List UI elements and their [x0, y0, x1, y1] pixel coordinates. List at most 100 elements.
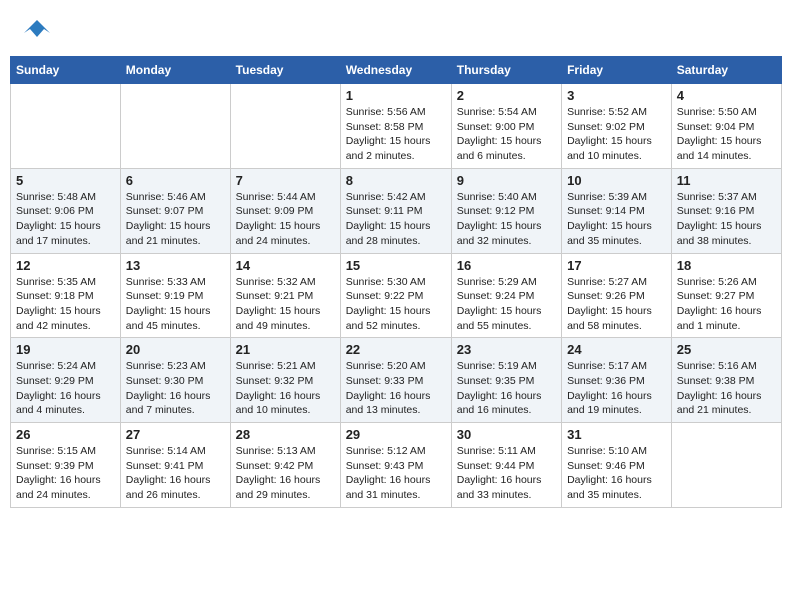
logo-bird-icon [22, 15, 52, 45]
day-number: 8 [346, 173, 446, 188]
day-number: 10 [567, 173, 666, 188]
calendar-cell: 11 Sunrise: 5:37 AM Sunset: 9:16 PM Dayli… [671, 168, 781, 253]
day-number: 16 [457, 258, 556, 273]
calendar-cell: 20 Sunrise: 5:23 AM Sunset: 9:30 PM Dayli… [120, 338, 230, 423]
day-number: 17 [567, 258, 666, 273]
day-content: Sunrise: 5:24 AM Sunset: 9:29 PM Dayligh… [16, 359, 115, 418]
day-number: 13 [126, 258, 225, 273]
logo-text [20, 15, 52, 45]
weekday-header-tuesday: Tuesday [230, 57, 340, 84]
calendar-cell: 6Sunrise: 5:46 AM Sunset: 9:07 PM Daylig… [120, 168, 230, 253]
calendar-cell: 25 Sunrise: 5:16 AM Sunset: 9:38 PM Dayli… [671, 338, 781, 423]
day-number: 26 [16, 427, 115, 442]
calendar-cell: 23 Sunrise: 5:19 AM Sunset: 9:35 PM Dayli… [451, 338, 561, 423]
calendar-cell: 28Sunrise: 5:13 AM Sunset: 9:42 PM Dayli… [230, 423, 340, 508]
calendar-cell: 29 Sunrise: 5:12 AM Sunset: 9:43 PM Dayli… [340, 423, 451, 508]
calendar-cell: 30Sunrise: 5:11 AM Sunset: 9:44 PM Dayli… [451, 423, 561, 508]
day-number: 3 [567, 88, 666, 103]
day-content: Sunrise: 5:17 AM Sunset: 9:36 PM Dayligh… [567, 359, 666, 418]
day-number: 22 [346, 342, 446, 357]
calendar-table: SundayMondayTuesdayWednesdayThursdayFrid… [10, 56, 782, 508]
day-content: Sunrise: 5:29 AM Sunset: 9:24 PM Dayligh… [457, 275, 556, 334]
day-content: Sunrise: 5:48 AM Sunset: 9:06 PM Dayligh… [16, 190, 115, 249]
calendar-cell: 31 Sunrise: 5:10 AM Sunset: 9:46 PM Dayli… [562, 423, 672, 508]
calendar-cell: 4 Sunrise: 5:50 AM Sunset: 9:04 PM Daylig… [671, 84, 781, 169]
calendar-cell: 14Sunrise: 5:32 AM Sunset: 9:21 PM Dayli… [230, 253, 340, 338]
day-content: Sunrise: 5:40 AM Sunset: 9:12 PM Dayligh… [457, 190, 556, 249]
day-content: Sunrise: 5:44 AM Sunset: 9:09 PM Dayligh… [236, 190, 335, 249]
day-number: 27 [126, 427, 225, 442]
day-content: Sunrise: 5:35 AM Sunset: 9:18 PM Dayligh… [16, 275, 115, 334]
calendar-cell: 5 Sunrise: 5:48 AM Sunset: 9:06 PM Daylig… [11, 168, 121, 253]
calendar-week-row-1: 1Sunrise: 5:56 AM Sunset: 8:58 PM Daylig… [11, 84, 782, 169]
calendar-cell: 2Sunrise: 5:54 AM Sunset: 9:00 PM Daylig… [451, 84, 561, 169]
day-content: Sunrise: 5:27 AM Sunset: 9:26 PM Dayligh… [567, 275, 666, 334]
day-content: Sunrise: 5:32 AM Sunset: 9:21 PM Dayligh… [236, 275, 335, 334]
day-number: 29 [346, 427, 446, 442]
calendar-cell: 13 Sunrise: 5:33 AM Sunset: 9:19 PM Dayli… [120, 253, 230, 338]
day-number: 11 [677, 173, 776, 188]
calendar-cell: 9 Sunrise: 5:40 AM Sunset: 9:12 PM Daylig… [451, 168, 561, 253]
day-content: Sunrise: 5:14 AM Sunset: 9:41 PM Dayligh… [126, 444, 225, 503]
day-number: 5 [16, 173, 115, 188]
day-content: Sunrise: 5:12 AM Sunset: 9:43 PM Dayligh… [346, 444, 446, 503]
day-content: Sunrise: 5:33 AM Sunset: 9:19 PM Dayligh… [126, 275, 225, 334]
day-number: 30 [457, 427, 556, 442]
day-content: Sunrise: 5:23 AM Sunset: 9:30 PM Dayligh… [126, 359, 225, 418]
calendar-cell: 3Sunrise: 5:52 AM Sunset: 9:02 PM Daylig… [562, 84, 672, 169]
day-number: 23 [457, 342, 556, 357]
weekday-header-monday: Monday [120, 57, 230, 84]
calendar-week-row-4: 19 Sunrise: 5:24 AM Sunset: 9:29 PM Dayli… [11, 338, 782, 423]
day-content: Sunrise: 5:54 AM Sunset: 9:00 PM Dayligh… [457, 105, 556, 164]
day-content: Sunrise: 5:39 AM Sunset: 9:14 PM Dayligh… [567, 190, 666, 249]
day-number: 31 [567, 427, 666, 442]
day-number: 9 [457, 173, 556, 188]
day-number: 18 [677, 258, 776, 273]
day-number: 24 [567, 342, 666, 357]
calendar-cell: 1Sunrise: 5:56 AM Sunset: 8:58 PM Daylig… [340, 84, 451, 169]
calendar-cell: 16 Sunrise: 5:29 AM Sunset: 9:24 PM Dayli… [451, 253, 561, 338]
calendar-cell [671, 423, 781, 508]
day-number: 7 [236, 173, 335, 188]
day-content: Sunrise: 5:10 AM Sunset: 9:46 PM Dayligh… [567, 444, 666, 503]
calendar-cell: 7 Sunrise: 5:44 AM Sunset: 9:09 PM Daylig… [230, 168, 340, 253]
weekday-header-thursday: Thursday [451, 57, 561, 84]
day-content: Sunrise: 5:21 AM Sunset: 9:32 PM Dayligh… [236, 359, 335, 418]
day-content: Sunrise: 5:50 AM Sunset: 9:04 PM Dayligh… [677, 105, 776, 164]
day-content: Sunrise: 5:19 AM Sunset: 9:35 PM Dayligh… [457, 359, 556, 418]
day-content: Sunrise: 5:26 AM Sunset: 9:27 PM Dayligh… [677, 275, 776, 334]
day-content: Sunrise: 5:16 AM Sunset: 9:38 PM Dayligh… [677, 359, 776, 418]
weekday-header-saturday: Saturday [671, 57, 781, 84]
day-number: 15 [346, 258, 446, 273]
calendar-cell: 17 Sunrise: 5:27 AM Sunset: 9:26 PM Dayli… [562, 253, 672, 338]
calendar-cell: 12 Sunrise: 5:35 AM Sunset: 9:18 PM Dayli… [11, 253, 121, 338]
calendar-cell: 27 Sunrise: 5:14 AM Sunset: 9:41 PM Dayli… [120, 423, 230, 508]
calendar-cell [11, 84, 121, 169]
day-number: 20 [126, 342, 225, 357]
calendar-cell [120, 84, 230, 169]
day-number: 4 [677, 88, 776, 103]
calendar-cell: 18 Sunrise: 5:26 AM Sunset: 9:27 PM Dayli… [671, 253, 781, 338]
day-number: 25 [677, 342, 776, 357]
calendar-cell: 15 Sunrise: 5:30 AM Sunset: 9:22 PM Dayli… [340, 253, 451, 338]
weekday-header-row: SundayMondayTuesdayWednesdayThursdayFrid… [11, 57, 782, 84]
calendar-week-row-3: 12 Sunrise: 5:35 AM Sunset: 9:18 PM Dayli… [11, 253, 782, 338]
calendar-cell: 26 Sunrise: 5:15 AM Sunset: 9:39 PM Dayli… [11, 423, 121, 508]
calendar-cell: 8Sunrise: 5:42 AM Sunset: 9:11 PM Daylig… [340, 168, 451, 253]
weekday-header-friday: Friday [562, 57, 672, 84]
day-content: Sunrise: 5:15 AM Sunset: 9:39 PM Dayligh… [16, 444, 115, 503]
calendar-week-row-5: 26 Sunrise: 5:15 AM Sunset: 9:39 PM Dayli… [11, 423, 782, 508]
calendar-cell: 10 Sunrise: 5:39 AM Sunset: 9:14 PM Dayli… [562, 168, 672, 253]
day-number: 6 [126, 173, 225, 188]
day-number: 19 [16, 342, 115, 357]
calendar-cell [230, 84, 340, 169]
day-number: 12 [16, 258, 115, 273]
day-content: Sunrise: 5:37 AM Sunset: 9:16 PM Dayligh… [677, 190, 776, 249]
day-content: Sunrise: 5:30 AM Sunset: 9:22 PM Dayligh… [346, 275, 446, 334]
calendar-cell: 24 Sunrise: 5:17 AM Sunset: 9:36 PM Dayli… [562, 338, 672, 423]
calendar-cell: 21Sunrise: 5:21 AM Sunset: 9:32 PM Dayli… [230, 338, 340, 423]
calendar-cell: 22Sunrise: 5:20 AM Sunset: 9:33 PM Dayli… [340, 338, 451, 423]
page-header [10, 10, 782, 46]
calendar-week-row-2: 5 Sunrise: 5:48 AM Sunset: 9:06 PM Daylig… [11, 168, 782, 253]
day-content: Sunrise: 5:56 AM Sunset: 8:58 PM Dayligh… [346, 105, 446, 164]
